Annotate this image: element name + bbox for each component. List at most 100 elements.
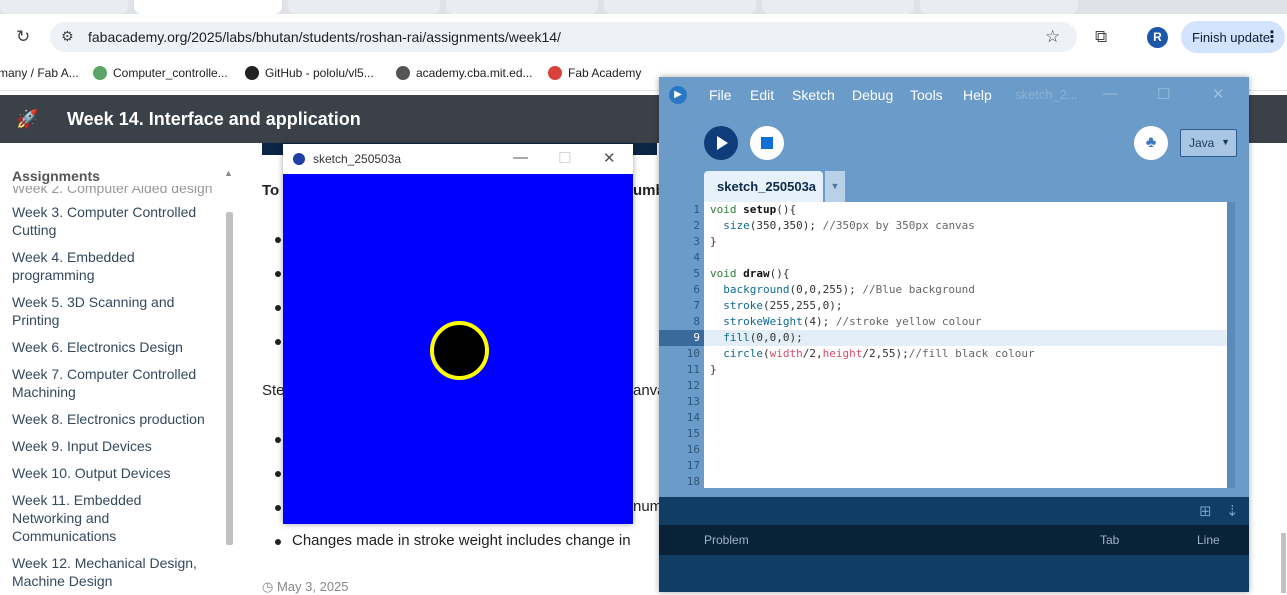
console-toolbar: ⊞ ⇣ <box>659 497 1249 525</box>
console-add-icon[interactable]: ⊞ <box>1199 502 1212 520</box>
url-text[interactable]: fabacademy.org/2025/labs/bhutan/students… <box>88 29 561 45</box>
maximize-icon[interactable]: ☐ <box>558 149 571 167</box>
sidebar-item-week6[interactable]: Week 6. Electronics Design <box>12 338 217 356</box>
page-title: Week 14. Interface and application <box>67 109 361 129</box>
sidebar-item-week7[interactable]: Week 7. Computer Controlled Machining <box>12 365 217 401</box>
profile-avatar[interactable]: R <box>1147 27 1168 48</box>
sidebar-item-week8[interactable]: Week 8. Electronics production <box>12 410 217 428</box>
rocket-icon[interactable]: 🚀 <box>16 109 38 130</box>
browser-tab-active[interactable] <box>134 0 282 14</box>
column-tab[interactable]: Tab <box>1100 533 1119 547</box>
sidebar-item-week10[interactable]: Week 10. Output Devices <box>12 464 217 482</box>
list-bullet <box>275 505 281 511</box>
sketch-canvas[interactable] <box>283 174 633 524</box>
code-line: } <box>710 235 717 248</box>
browser-tab[interactable] <box>920 0 1078 14</box>
list-item-text: Changes made in stroke weight includes c… <box>292 532 631 549</box>
mode-selector[interactable]: Java ▼ <box>1180 129 1237 157</box>
list-bullet <box>275 305 281 311</box>
sidebar-item-week3[interactable]: Week 3. Computer Controlled Cutting <box>12 203 217 239</box>
close-icon[interactable]: ✕ <box>603 149 616 167</box>
line-number: 3 <box>693 235 700 248</box>
line-number: 7 <box>693 299 700 312</box>
browser-tab[interactable] <box>604 0 756 14</box>
list-bullet <box>275 539 281 545</box>
menu-debug[interactable]: Debug <box>852 87 893 103</box>
column-line[interactable]: Line <box>1197 533 1220 547</box>
collapse-caret-icon[interactable]: ▲ <box>224 168 233 178</box>
finish-update-button[interactable]: Finish update ⋮ <box>1181 21 1285 53</box>
code-line: size(350,350); //350px by 350px canvas <box>723 219 975 232</box>
browser-tab[interactable] <box>0 0 128 14</box>
bookmark-item[interactable]: GitHub - pololu/vl5... <box>245 66 374 80</box>
maximize-icon[interactable]: ☐ <box>1157 85 1170 103</box>
tab-sketch[interactable]: sketch_250503a <box>704 171 823 202</box>
sidebar-heading: Assignments <box>12 168 100 184</box>
menu-tools[interactable]: Tools <box>910 87 943 103</box>
editor-scrollbar[interactable] <box>1227 202 1235 488</box>
close-icon[interactable]: ✕ <box>1212 85 1225 103</box>
tab-menu-chevron-icon[interactable]: ▼ <box>825 171 845 202</box>
content-fragment: num <box>633 498 663 515</box>
line-number: 4 <box>693 251 700 264</box>
extensions-icon[interactable]: ⧉ <box>1095 28 1107 45</box>
bookmark-item[interactable]: Fab Academy <box>548 66 641 80</box>
sidebar-item-week12[interactable]: Week 12. Mechanical Design, Machine Desi… <box>12 554 217 590</box>
column-problem[interactable]: Problem <box>704 533 749 547</box>
problems-header: Problem Tab Line <box>659 525 1249 555</box>
line-number: 14 <box>686 411 700 424</box>
list-bullet <box>275 471 281 477</box>
menu-sketch[interactable]: Sketch <box>792 87 835 103</box>
sketch-window-titlebar[interactable]: sketch_250503a — ☐ ✕ <box>283 144 633 174</box>
processing-ide-window: ▶ File Edit Sketch Debug Tools Help sket… <box>659 77 1249 592</box>
line-number-gutter: 1 2 3 4 5 6 7 8 9 10 11 12 13 14 15 16 1… <box>659 202 704 488</box>
list-bullet <box>275 437 281 443</box>
browser-tab[interactable] <box>446 0 598 14</box>
line-number: 6 <box>693 283 700 296</box>
stop-button[interactable] <box>750 126 784 160</box>
bookmark-item[interactable]: Computer_controlle... <box>93 66 228 80</box>
browser-tab[interactable] <box>288 0 440 14</box>
console-collapse-icon[interactable]: ⇣ <box>1226 502 1239 520</box>
code-line: void draw(){ <box>710 267 790 280</box>
ide-menubar: ▶ File Edit Sketch Debug Tools Help sket… <box>659 77 1249 113</box>
code-line: } <box>710 363 717 376</box>
sidebar: Assignments ▲ Week 2. Computer Aided des… <box>0 160 240 592</box>
menu-edit[interactable]: Edit <box>750 87 774 103</box>
processing-logo-icon: ▶ <box>669 86 687 104</box>
reload-icon[interactable]: ↻ <box>16 28 30 45</box>
address-bar[interactable]: ⚙ fabacademy.org/2025/labs/bhutan/studen… <box>50 22 1077 52</box>
run-button[interactable] <box>704 126 738 160</box>
sidebar-item-week11[interactable]: Week 11. Embedded Networking and Communi… <box>12 491 162 545</box>
code-line: void setup(){ <box>710 203 797 216</box>
line-number: 16 <box>686 443 700 456</box>
minimize-icon[interactable]: — <box>1103 85 1118 102</box>
minimize-icon[interactable]: — <box>513 149 528 166</box>
line-number: 12 <box>686 379 700 392</box>
sidebar-scrollbar[interactable] <box>226 212 233 545</box>
bookmark-item[interactable]: many / Fab A... <box>0 66 79 80</box>
code-line: stroke(255,255,0); <box>723 299 843 312</box>
code-line: circle(width/2,height/2,55);//fill black… <box>723 347 1035 360</box>
debug-butterfly-icon[interactable]: ♣ <box>1134 126 1168 160</box>
bookmark-star-icon[interactable]: ☆ <box>1045 28 1060 45</box>
page-scrollbar[interactable] <box>1281 533 1286 593</box>
sidebar-item-week4[interactable]: Week 4. Embedded programming <box>12 248 217 284</box>
sidebar-item-week5[interactable]: Week 5. 3D Scanning and Printing <box>12 293 217 329</box>
code-editor[interactable]: void setup(){ size(350,350); //350px by … <box>704 202 1227 488</box>
sidebar-item-week9[interactable]: Week 9. Input Devices <box>12 437 217 455</box>
code-line: background(0,0,255); //Blue background <box>723 283 975 296</box>
line-number: 11 <box>686 363 700 376</box>
bookmark-item[interactable]: academy.cba.mit.ed... <box>396 66 533 80</box>
content-fragment: Ste <box>262 382 285 399</box>
browser-tab[interactable] <box>762 0 914 14</box>
github-icon <box>245 66 259 80</box>
list-bullet <box>275 339 281 345</box>
menu-help[interactable]: Help <box>963 87 992 103</box>
menu-file[interactable]: File <box>709 87 732 103</box>
code-line: strokeWeight(4); //stroke yellow colour <box>723 315 982 328</box>
line-number: 2 <box>693 219 700 232</box>
site-settings-icon[interactable]: ⚙ <box>61 29 74 43</box>
browser-toolbar: ↻ ⚙ fabacademy.org/2025/labs/bhutan/stud… <box>0 14 1287 60</box>
browser-tab-strip <box>0 0 1287 14</box>
